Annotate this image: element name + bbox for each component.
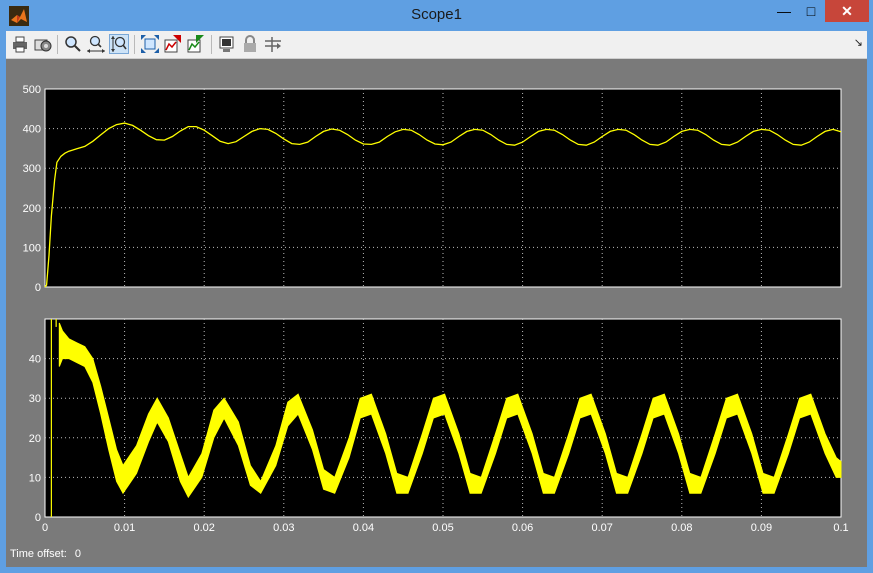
scope-window: Scope1 — □ ✕ ↘ 0 100 200 300 400 500 0 0… bbox=[0, 0, 873, 573]
toolbar-separator bbox=[211, 35, 212, 54]
zoom-x-icon bbox=[87, 35, 105, 53]
y-tick-label: 20 bbox=[29, 433, 41, 445]
floating-scope-button[interactable] bbox=[217, 34, 237, 54]
autoscale-icon bbox=[141, 35, 159, 53]
minimize-button[interactable]: — bbox=[770, 0, 798, 22]
close-button[interactable]: ✕ bbox=[825, 0, 869, 22]
close-icon: ✕ bbox=[841, 3, 853, 19]
x-tick-label: 0.01 bbox=[114, 522, 135, 534]
y-tick-label: 40 bbox=[29, 354, 41, 366]
x-tick-label: 0 bbox=[42, 522, 48, 534]
x-tick-label: 0.05 bbox=[432, 522, 453, 534]
restore-axes-button[interactable] bbox=[186, 34, 206, 54]
toolbar-separator bbox=[134, 35, 135, 54]
lock-axes-button[interactable] bbox=[240, 34, 260, 54]
time-offset-value: 0 bbox=[74, 548, 81, 560]
toolbar: ↘ bbox=[6, 31, 867, 59]
save-axes-button[interactable] bbox=[163, 34, 183, 54]
restore-axes-icon bbox=[187, 35, 204, 53]
print-icon bbox=[13, 36, 27, 53]
x-tick-label: 0.02 bbox=[193, 522, 214, 534]
y-tick-label: 400 bbox=[23, 124, 41, 136]
zoom-x-button[interactable] bbox=[86, 34, 106, 54]
y-tick-label: 30 bbox=[29, 393, 41, 405]
minimize-icon: — bbox=[777, 3, 791, 19]
parameters-button[interactable] bbox=[33, 34, 53, 54]
zoom-y-icon bbox=[111, 36, 127, 52]
parameters-icon bbox=[34, 39, 52, 52]
x-tick-label: 0.04 bbox=[353, 522, 374, 534]
window-title: Scope1 bbox=[411, 6, 462, 23]
scope-plots: 01002003004005000 0.01 0.02 0.03 0.04 0.05 0.0… bbox=[23, 84, 849, 534]
print-button[interactable] bbox=[10, 34, 30, 54]
x-tick-label: 0.03 bbox=[273, 522, 294, 534]
y-tick-label: 300 bbox=[23, 163, 41, 175]
toolbar-separator bbox=[57, 35, 58, 54]
x-tick-label: 0.09 bbox=[751, 522, 772, 534]
zoom-button[interactable] bbox=[63, 34, 83, 54]
signal-selection-icon bbox=[265, 37, 281, 52]
y-tick-label: 10 bbox=[29, 472, 41, 484]
zoom-icon bbox=[65, 36, 81, 52]
x-tick-label: 0.1 bbox=[833, 522, 848, 534]
autoscale-button[interactable] bbox=[140, 34, 160, 54]
maximize-icon: □ bbox=[806, 3, 816, 19]
time-offset-label: Time offset: bbox=[10, 548, 67, 560]
y-tick-label: 200 bbox=[23, 203, 41, 215]
x-tick-label: 0.06 bbox=[512, 522, 533, 534]
zoom-y-button[interactable] bbox=[109, 34, 129, 54]
signal-selection-button[interactable] bbox=[263, 34, 283, 54]
scope-content: 0 100 200 300 400 500 0 0.01 0.02 0.03 0.04 0.05 0.0… bbox=[6, 59, 867, 567]
y-tick-label: 500 bbox=[23, 84, 41, 96]
lock-axes-icon bbox=[244, 35, 256, 52]
x-tick-label: 0.07 bbox=[591, 522, 612, 534]
status-bar: Time offset: 0 bbox=[10, 548, 81, 560]
title-bar[interactable]: Scope1 — □ ✕ bbox=[0, 0, 873, 31]
y-tick-label: 0 bbox=[35, 282, 41, 294]
toolbar-overflow-icon[interactable]: ↘ bbox=[854, 36, 863, 49]
y-tick-label: 0 bbox=[35, 512, 41, 524]
maximize-button[interactable]: □ bbox=[797, 0, 825, 22]
y-tick-label: 100 bbox=[23, 242, 41, 254]
floating-scope-icon bbox=[219, 36, 234, 52]
save-axes-icon bbox=[164, 35, 181, 53]
x-tick-label: 0.08 bbox=[671, 522, 692, 534]
